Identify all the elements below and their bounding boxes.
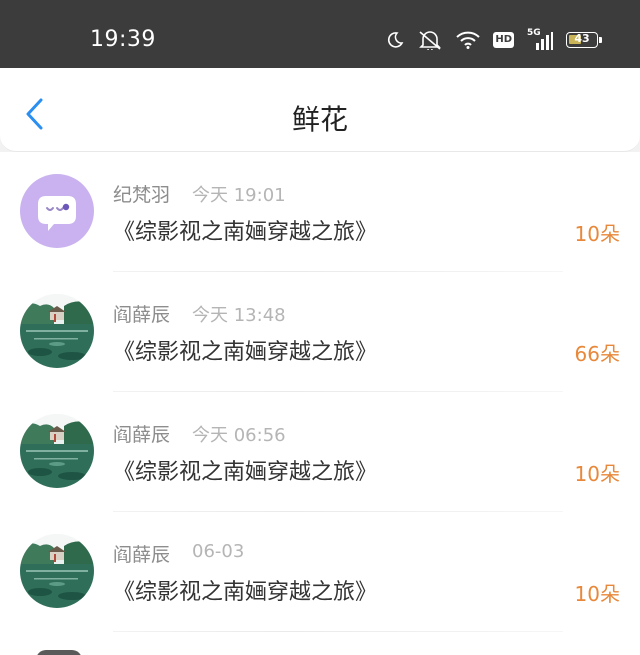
landscape-avatar-image <box>20 414 94 488</box>
book-title[interactable]: 《综影视之南婳穿越之旅》 <box>113 574 377 606</box>
default-avatar-icon <box>20 174 94 248</box>
5g-signal-icon: 5G <box>527 28 553 50</box>
sender-name: 阎薛辰 <box>113 424 171 446</box>
wifi-icon <box>456 31 481 49</box>
divider <box>113 631 563 632</box>
send-time: 今天 13:48 <box>192 305 286 326</box>
send-time: 今天 06:56 <box>192 425 286 446</box>
flower-count: 10朵 <box>574 462 620 486</box>
mute-icon <box>419 31 442 50</box>
book-title[interactable]: 《综影视之南婳穿越之旅》 <box>113 334 377 366</box>
landscape-avatar-image <box>20 534 94 608</box>
status-bar: 19:39 HD 5G 43 <box>0 0 640 68</box>
page-header: 鲜花 <box>0 68 640 152</box>
send-time: 今天 19:01 <box>192 185 286 206</box>
list-item[interactable]: 阎薛辰 今天 13:48 《综影视之南婳穿越之旅》 66朵 <box>0 272 640 392</box>
flower-count: 66朵 <box>574 342 620 366</box>
battery-icon: 43 <box>566 32 602 48</box>
avatar[interactable] <box>20 414 94 488</box>
moon-icon <box>388 32 404 48</box>
avatar[interactable] <box>36 650 82 655</box>
list-item[interactable]: 纪梵羽 今天 19:01 《综影视之南婳穿越之旅》 10朵 <box>0 152 640 272</box>
avatar[interactable] <box>20 534 94 608</box>
send-time: 06-03 <box>192 541 245 562</box>
flower-count: 10朵 <box>574 582 620 606</box>
status-icons: HD 5G 43 <box>386 28 602 50</box>
battery-level: 43 <box>574 32 590 45</box>
page-title: 鲜花 <box>291 103 348 136</box>
flower-list: 纪梵羽 今天 19:01 《综影视之南婳穿越之旅》 10朵 阎薛辰 今天 13:… <box>0 152 640 655</box>
sender-name: 阎薛辰 <box>113 544 171 566</box>
hd-icon: HD <box>493 32 514 48</box>
list-item[interactable]: 阎薛辰 06-03 《综影视之南婳穿越之旅》 10朵 <box>0 512 640 632</box>
book-title[interactable]: 《综影视之南婳穿越之旅》 <box>113 454 377 486</box>
book-title[interactable]: 《综影视之南婳穿越之旅》 <box>113 214 377 246</box>
sender-name: 纪梵羽 <box>113 184 171 206</box>
landscape-avatar-image <box>20 294 94 368</box>
flower-count: 10朵 <box>574 222 620 246</box>
sender-name: 阎薛辰 <box>113 304 171 326</box>
avatar[interactable] <box>20 174 94 248</box>
list-item[interactable]: 阎薛辰 今天 06:56 《综影视之南婳穿越之旅》 10朵 <box>0 392 640 512</box>
status-time: 19:39 <box>90 27 156 52</box>
avatar[interactable] <box>20 294 94 368</box>
